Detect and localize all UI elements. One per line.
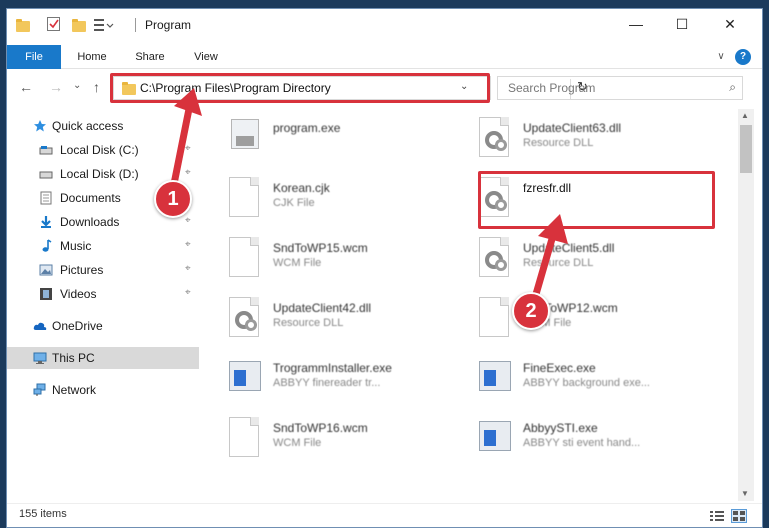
item-count: 155 items [19, 508, 67, 520]
explorer-window: Program — ☐ ✕ File Home Share View ∨ ? ←… [6, 8, 763, 528]
star-icon [34, 120, 46, 132]
sidebar-item-music[interactable]: Music ⌖ [7, 235, 199, 257]
file-item-updateclient42-dll[interactable]: UpdateClient42.dll Resource DLL [207, 291, 447, 347]
folder-icon[interactable] [15, 17, 31, 33]
sidebar-item-pictures[interactable]: Pictures ⌖ [7, 259, 199, 281]
status-bar: 155 items [7, 503, 762, 527]
sidebar-item-this-pc[interactable]: This PC [7, 347, 199, 369]
file-item-trogramminstaller-exe[interactable]: TrogrammInstaller.exe ABBYY finereader t… [207, 351, 447, 407]
address-row: ← → ⌄ ↑ C:\Program Files\Program Directo… [7, 73, 762, 103]
download-arrow-icon [41, 216, 51, 228]
forward-arrow-icon[interactable]: → [49, 79, 63, 95]
scroll-up-icon[interactable]: ▲ [741, 111, 749, 120]
drive-icon [39, 171, 53, 179]
file-item-sndtowp16-wcm[interactable]: SndToWP16.wcm WCM File [207, 411, 447, 467]
help-icon[interactable]: ? [735, 49, 751, 65]
close-button[interactable]: ✕ [707, 9, 753, 39]
step-1-badge: 1 [154, 180, 192, 218]
music-note-icon [42, 239, 52, 252]
picture-icon [39, 264, 53, 276]
dll-gear-icon [479, 237, 511, 279]
computer-icon [33, 352, 47, 364]
file-item-abbyysti-exe[interactable]: AbbyySTI.exe ABBYY sti event hand... [457, 411, 697, 467]
window-title: Program [145, 18, 192, 32]
dll-gear-icon [229, 297, 261, 339]
dll-gear-icon [479, 117, 511, 159]
customize-toolbar-icon[interactable] [93, 17, 114, 33]
tab-share[interactable]: Share [127, 45, 173, 69]
blank-file-icon [229, 237, 261, 279]
tab-view[interactable]: View [183, 45, 229, 69]
file-item-updateclient63-dll[interactable]: UpdateClient63.dll Resource DLL [457, 111, 697, 167]
title-bar: Program — ☐ ✕ [7, 9, 762, 41]
step-2-badge: 2 [512, 292, 550, 330]
properties-icon[interactable] [47, 17, 60, 31]
chevron-down-icon[interactable]: ∨ [711, 45, 731, 69]
search-box[interactable]: Search Program ⌕ [497, 76, 743, 100]
details-view-icon[interactable] [709, 509, 725, 523]
drive-icon [39, 146, 53, 155]
tab-file[interactable]: File [7, 45, 61, 69]
film-icon [40, 288, 52, 300]
pin-icon[interactable]: ⌖ [185, 287, 191, 298]
tiles-view-icon[interactable] [731, 509, 747, 523]
file-item-fineexec-exe[interactable]: FineExec.exe ABBYY background exe... [457, 351, 697, 407]
search-input[interactable]: Search Program [508, 81, 595, 95]
search-icon[interactable]: ⌕ [729, 80, 736, 95]
new-folder-icon[interactable] [71, 17, 87, 33]
blank-file-icon [479, 297, 511, 339]
scrollbar-thumb[interactable] [740, 125, 752, 173]
exe-icon [229, 117, 261, 159]
file-list: program.exe UpdateClient63.dll Resource … [207, 109, 737, 501]
tab-home[interactable]: Home [69, 45, 115, 69]
sidebar-item-videos[interactable]: Videos ⌖ [7, 283, 199, 305]
app-window-icon [479, 357, 511, 399]
blank-file-icon [229, 417, 261, 459]
minimize-button[interactable]: — [613, 9, 659, 39]
sidebar-item-onedrive[interactable]: OneDrive [7, 315, 199, 337]
file-item-korean-cjk[interactable]: Korean.cjk CJK File [207, 171, 447, 227]
document-icon [40, 191, 52, 205]
file-item-program-exe[interactable]: program.exe [207, 111, 447, 167]
app-window-icon [479, 417, 511, 459]
vertical-scrollbar[interactable]: ▲ ▼ [738, 109, 754, 501]
network-icon [33, 383, 46, 396]
pin-icon[interactable]: ⌖ [185, 239, 191, 250]
scroll-down-icon[interactable]: ▼ [741, 489, 749, 498]
file-item-sndtowp15-wcm[interactable]: SndToWP15.wcm WCM File [207, 231, 447, 287]
pin-icon[interactable]: ⌖ [185, 263, 191, 274]
recent-locations-icon[interactable]: ⌄ [73, 80, 81, 91]
ribbon-tabs: File Home Share View ∨ ? [7, 45, 762, 69]
blank-file-icon [229, 177, 261, 219]
up-arrow-icon[interactable]: ↑ [93, 79, 100, 95]
app-window-icon [229, 357, 261, 399]
cloud-icon [33, 322, 47, 330]
back-arrow-icon[interactable]: ← [19, 79, 33, 95]
pin-icon[interactable]: ⌖ [185, 215, 191, 226]
maximize-button[interactable]: ☐ [659, 9, 705, 39]
sidebar-item-network[interactable]: Network [7, 379, 199, 401]
